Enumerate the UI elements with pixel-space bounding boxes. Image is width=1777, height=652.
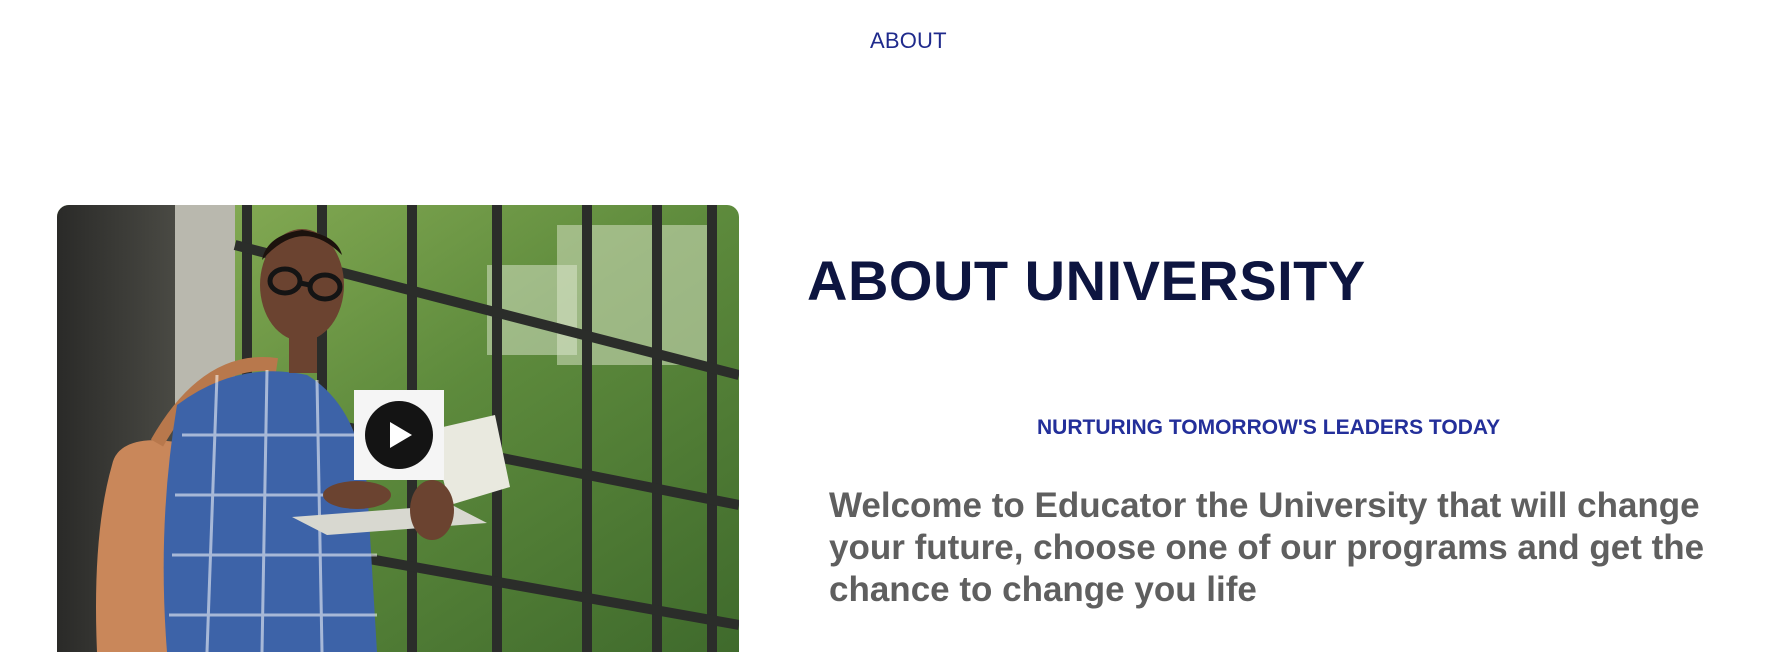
nav-link-about[interactable]: ABOUT xyxy=(870,28,947,54)
about-video-thumbnail[interactable] xyxy=(57,205,739,652)
section-tagline: NURTURING TOMORROW'S LEADERS TODAY xyxy=(1037,416,1501,439)
section-title: ABOUT UNIVERSITY xyxy=(807,249,1366,312)
play-video-button[interactable] xyxy=(354,390,444,480)
welcome-text: Welcome to Educator the University that … xyxy=(829,486,1705,609)
play-icon xyxy=(365,401,433,469)
